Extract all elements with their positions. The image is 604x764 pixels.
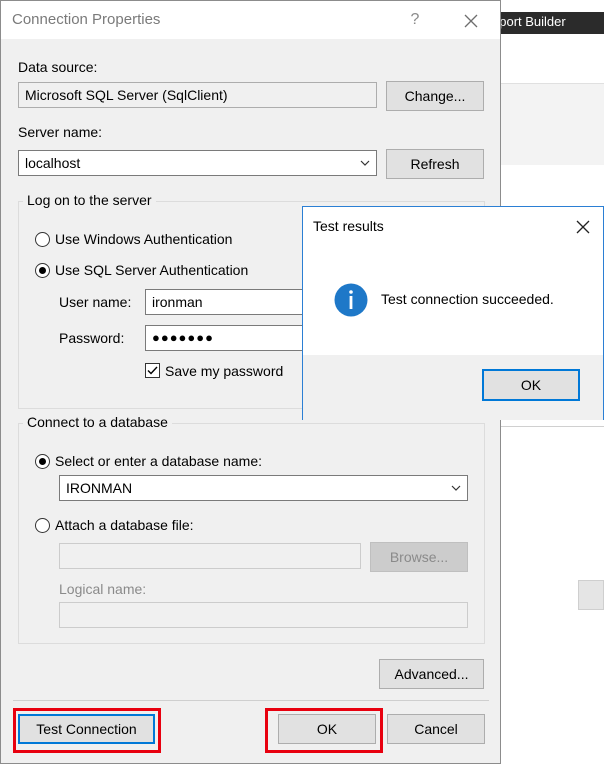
logical-name-input [59,602,468,628]
cancel-button[interactable]: Cancel [387,714,485,744]
close-button[interactable] [457,7,485,35]
help-button[interactable]: ? [402,7,428,33]
background-app-divider [498,426,604,427]
test-results-close-button[interactable] [573,217,593,237]
dialog-title: Connection Properties [12,11,161,28]
test-connection-button[interactable]: Test Connection [18,714,155,744]
username-input[interactable]: ironman [145,289,315,315]
background-app-panel [498,83,604,165]
server-name-combo[interactable]: localhost [18,150,377,176]
change-button[interactable]: Change... [386,81,484,111]
password-label: Password: [59,330,125,346]
background-app-title: eport Builder [492,14,566,29]
test-results-title: Test results [313,218,384,234]
dialog-titlebar: Connection Properties ? [1,1,500,39]
test-results-message: Test connection succeeded. [381,291,554,307]
data-source-field: Microsoft SQL Server (SqlClient) [18,82,377,108]
chevron-down-icon [360,160,370,166]
refresh-button[interactable]: Refresh [386,149,484,179]
attach-file-input [59,543,361,569]
advanced-button[interactable]: Advanced... [379,659,484,689]
select-database-radio[interactable] [35,454,50,469]
logon-group-title: Log on to the server [23,192,156,208]
chevron-down-icon [451,485,461,491]
attach-file-label[interactable]: Attach a database file: [55,517,194,533]
database-group-title: Connect to a database [23,414,172,430]
windows-auth-label[interactable]: Use Windows Authentication [55,231,232,247]
windows-auth-radio[interactable] [35,232,50,247]
save-password-label[interactable]: Save my password [165,363,283,379]
server-name-label: Server name: [18,124,103,140]
info-icon [334,283,368,317]
select-database-label[interactable]: Select or enter a database name: [55,453,262,469]
username-label: User name: [59,294,132,310]
close-icon [576,220,590,234]
attach-file-radio[interactable] [35,518,50,533]
test-results-footer: OK [303,355,603,420]
browse-button: Browse... [370,542,468,572]
background-app-button[interactable] [578,580,604,610]
test-results-dialog: Test results Test connection succeeded. … [302,206,604,420]
sql-auth-label[interactable]: Use SQL Server Authentication [55,262,248,278]
close-icon [464,14,478,28]
footer-separator [13,700,489,701]
test-results-ok-button[interactable]: OK [482,369,580,401]
database-name-value: IRONMAN [66,480,133,496]
save-password-checkbox[interactable] [145,363,160,378]
data-source-label: Data source: [18,59,98,75]
checkmark-icon [147,366,158,375]
sql-auth-radio[interactable] [35,263,50,278]
server-name-value: localhost [25,155,81,171]
password-input[interactable]: ●●●●●●● [145,325,315,351]
logical-name-label: Logical name: [59,581,147,597]
ok-button[interactable]: OK [278,714,376,744]
database-name-combo[interactable]: IRONMAN [59,475,468,501]
